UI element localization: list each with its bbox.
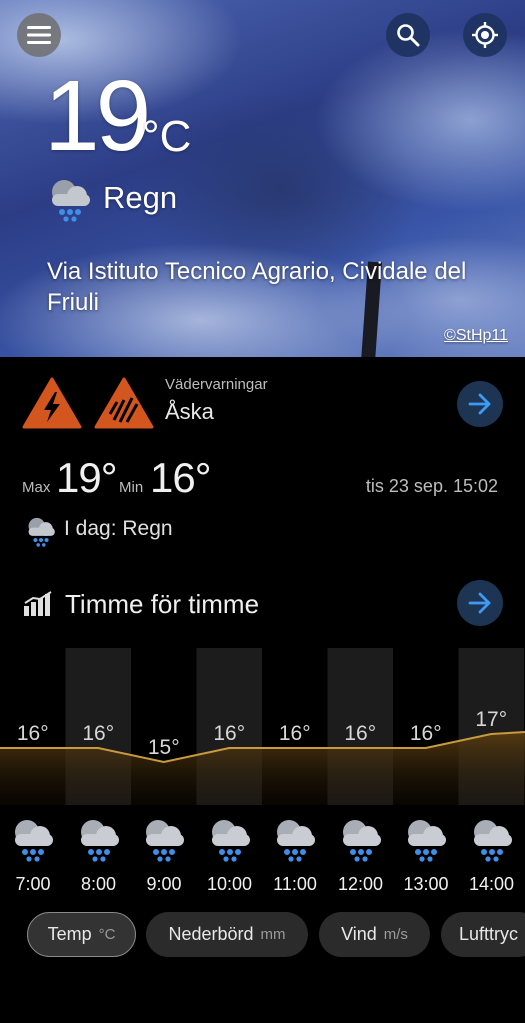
chip-wind-label: Vind (341, 924, 377, 944)
hour-column[interactable]: 10:00 (197, 812, 263, 895)
hour-column[interactable]: 8:00 (66, 812, 132, 895)
rain-cloud-icon (28, 517, 55, 547)
today-summary: I dag: Regn (64, 517, 173, 540)
bar-chart-icon (24, 591, 52, 616)
max-temperature: 19° (56, 454, 118, 501)
hour-time: 9:00 (146, 874, 182, 894)
rain-cloud-icon (211, 820, 250, 862)
hour-column[interactable]: 14:00 (459, 812, 525, 895)
chip-air-pressure[interactable]: Lufttryc (441, 912, 525, 957)
chip-precipitation-label: Nederbörd (168, 924, 254, 944)
current-condition: Regn (103, 180, 178, 215)
temperature-label: 16° (410, 722, 442, 745)
rain-cloud-icon (80, 820, 119, 862)
hour-time: 14:00 (468, 874, 515, 894)
temperature-label: 16° (279, 722, 311, 745)
hour-time: 12:00 (337, 874, 384, 894)
chip-temp-unit: °C (98, 926, 116, 943)
temperature-unit: °C (142, 112, 192, 161)
menu-button[interactable] (17, 13, 61, 57)
hour-column[interactable]: 12:00 (328, 812, 394, 895)
chip-temp[interactable]: Temp °C (27, 912, 136, 957)
temperature-label: 17° (475, 708, 507, 731)
warnings-value[interactable]: Åska (165, 399, 214, 425)
chip-wind-unit: m/s (383, 926, 408, 943)
rain-cloud-icon (52, 180, 90, 222)
temperature-label: 16° (344, 722, 376, 745)
hour-column[interactable]: 13:00 (393, 812, 459, 895)
min-temperature: 16° (150, 454, 212, 501)
hourly-forecast-title[interactable]: Timme för timme (65, 589, 259, 620)
updated-datetime: tis 23 sep. 15:02 (365, 476, 498, 496)
hour-column[interactable]: 7:00 (0, 812, 66, 895)
arrow-right-icon (468, 393, 491, 415)
warnings-details-button[interactable] (457, 381, 503, 427)
hour-time: 11:00 (273, 874, 317, 894)
hour-column[interactable]: 11:00 (262, 812, 328, 895)
hamburger-menu-icon (27, 26, 51, 44)
chip-precipitation-unit: mm (260, 926, 286, 943)
temperature-label: 16° (17, 722, 49, 745)
max-label: Max (22, 479, 51, 496)
rain-cloud-icon (342, 820, 381, 862)
chip-temp-label: Temp (47, 924, 92, 944)
hero-panel: 19 °C Regn Via Istituto Tecnico Agrario,… (0, 0, 525, 357)
hour-time: 13:00 (403, 874, 449, 894)
arrow-right-icon (468, 592, 491, 614)
chip-wind[interactable]: Vind m/s (319, 912, 430, 957)
hour-column[interactable]: 9:00 (131, 812, 197, 895)
chip-air-pressure-label: Lufttryc (459, 924, 519, 944)
rain-cloud-icon (408, 820, 446, 862)
rain-cloud-icon (473, 820, 512, 862)
lightning-warning-icon[interactable] (22, 376, 82, 430)
current-temperature: 19 (44, 60, 151, 172)
temperature-label: 15° (148, 736, 180, 759)
photo-credit-link[interactable]: ©StHp11 (444, 327, 508, 345)
search-button[interactable] (386, 13, 430, 57)
chip-precipitation[interactable]: Nederbörd mm (146, 912, 308, 957)
rain-cloud-icon (146, 820, 184, 862)
temperature-label: 16° (82, 722, 114, 745)
temperature-label: 16° (213, 722, 245, 745)
gps-location-icon (472, 22, 498, 48)
hourly-details-button[interactable] (457, 580, 503, 626)
search-icon (397, 24, 420, 47)
hour-time: 7:00 (15, 874, 51, 894)
hour-time: 10:00 (206, 874, 253, 894)
rain-cloud-icon (277, 820, 315, 862)
my-location-button[interactable] (463, 13, 507, 57)
warnings-caption: Vädervarningar (165, 376, 268, 393)
min-label: Min (119, 479, 144, 496)
location-name: Via Istituto Tecnico Agrario, Cividale d… (47, 258, 467, 316)
hour-time: 8:00 (80, 874, 117, 894)
hourly-temperature-chart[interactable]: 16° 16° 15° 16° 16° 16° 16° 17° (0, 648, 525, 805)
rain-cloud-icon (15, 820, 53, 862)
storm-rain-warning-icon[interactable] (94, 376, 154, 430)
